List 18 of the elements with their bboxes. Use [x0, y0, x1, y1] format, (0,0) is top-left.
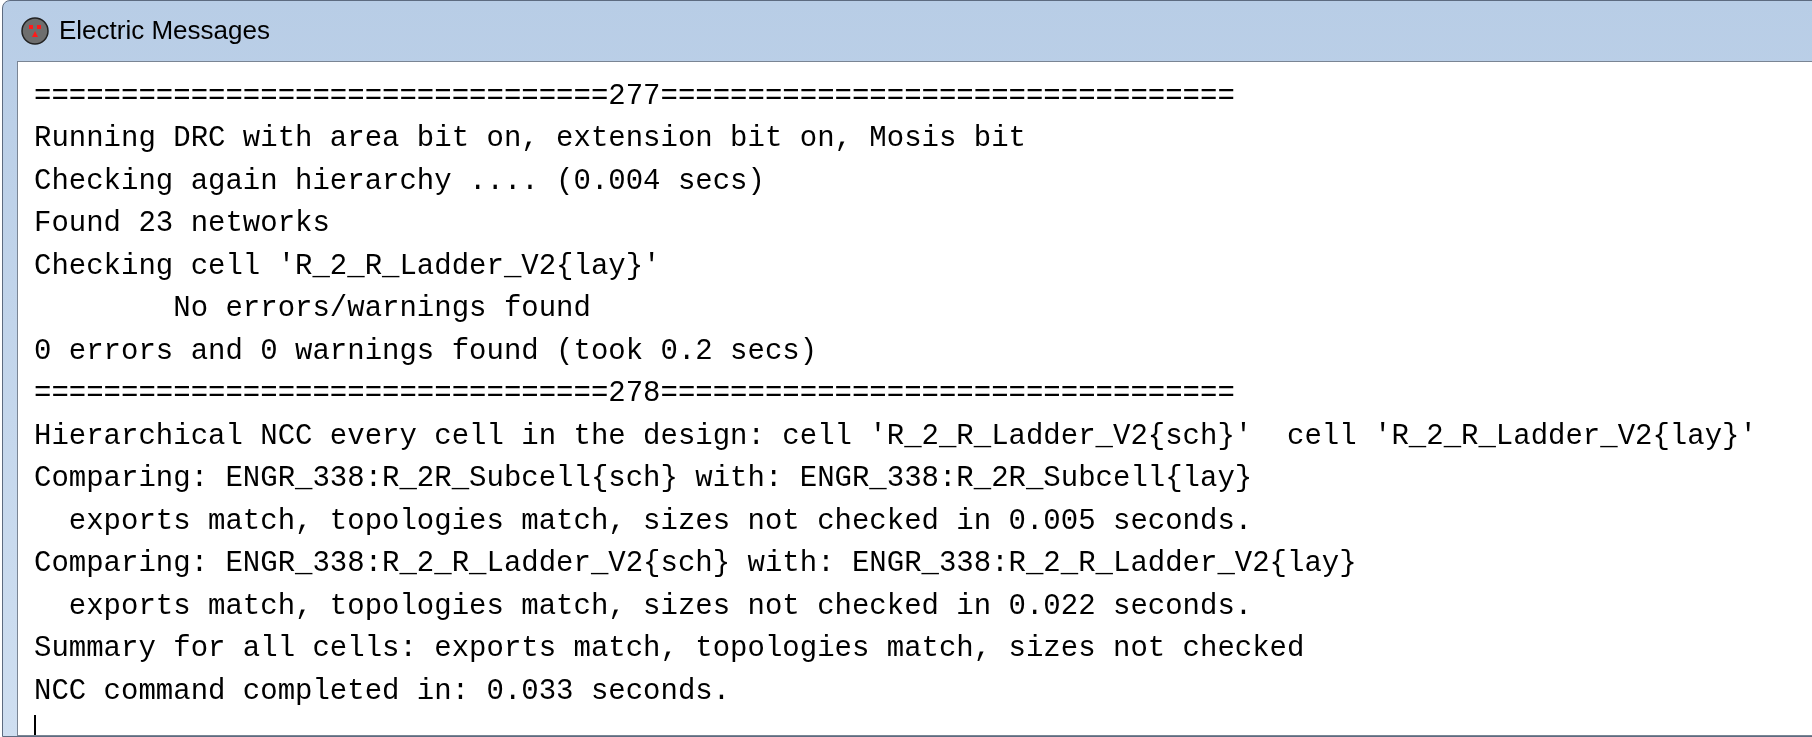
log-line: =================================278=================================: [34, 376, 1235, 412]
log-line: Running DRC with area bit on, extension bit on, Mosis bit: [34, 121, 1026, 157]
app-logo-icon: [21, 16, 49, 45]
log-line: No errors/warnings found: [172, 291, 591, 327]
log-line: Summary for all cells: exports match, topologies match, sizes not checked: [34, 631, 1305, 667]
log-line: exports match, topologies match, sizes not checked in 0.022 seconds.: [67, 588, 1253, 625]
log-line: Comparing: ENGR_338:R_2_R_Ladder_V2{sch} with: ENGR_338:R_2_R_Ladder_V2{lay}: [34, 546, 1357, 582]
log-line: NCC command completed in: 0.033 seconds.: [34, 673, 731, 710]
log-line: 0 errors and 0 warnings found (took 0.2 secs): [34, 333, 818, 370]
log-line: =================================277=================================: [34, 78, 1235, 115]
log-line: Found 23 networks: [34, 206, 330, 242]
log-line: Comparing: ENGR_338:R_2R_Subcell{sch} with: ENGR_338:R_2R_Subcell{lay}: [34, 461, 1253, 497]
window-title: Electric Messages: [59, 14, 270, 48]
log-line: Checking again hierarchy .... (0.004 secs): [34, 163, 765, 200]
log-line: exports match, topologies match, sizes not checked in 0.005 seconds.: [67, 503, 1253, 540]
text-cursor: [34, 715, 36, 735]
log-line: Hierarchical NCC every cell in the design: cell 'R_2_R_Ladder_V2{sch}' cell 'R_2_R_Ladder_V2{lay}': [34, 418, 1757, 455]
log-line: Checking cell 'R_2_R_Ladder_V2{lay}': [34, 248, 661, 285]
